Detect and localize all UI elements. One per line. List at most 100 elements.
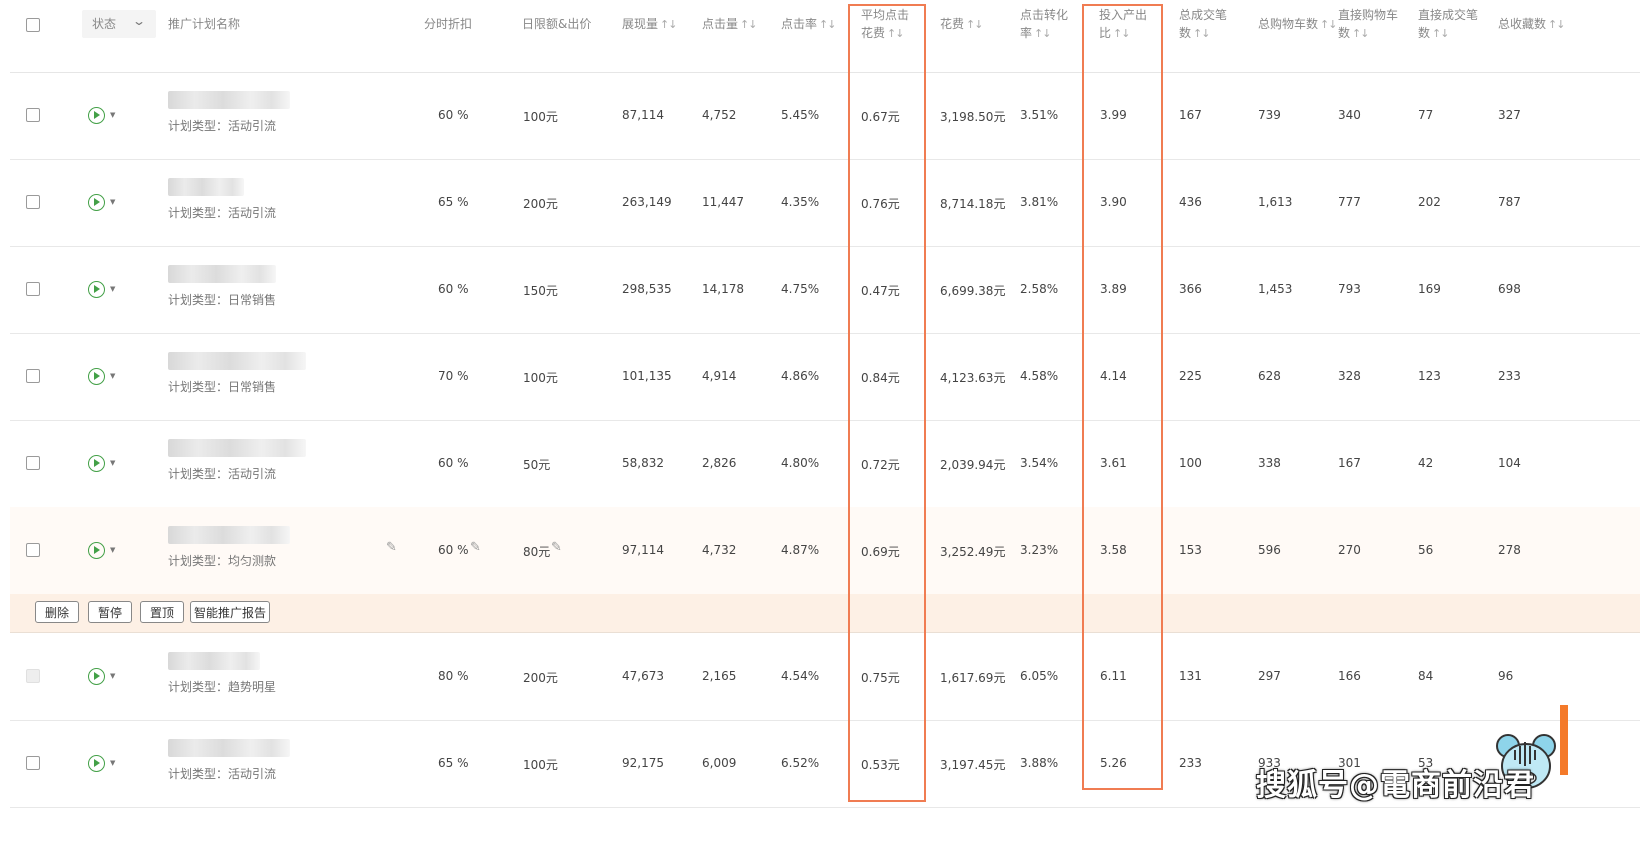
sort-icon[interactable]: ↑↓ — [740, 18, 757, 31]
status-caret-icon[interactable]: ▼ — [110, 672, 115, 680]
cell-clicks: 4,732 — [702, 543, 737, 557]
cell-clicks: 2,165 — [702, 669, 737, 683]
sort-icon[interactable]: ↑↓ — [819, 18, 836, 31]
table-row[interactable]: ▼ 计划类型：活动引流 60 % 100元 87,114 4,752 5.45% 0.67元 3… — [10, 72, 1640, 160]
column-header-impressions[interactable]: 展现量 ↑↓ — [622, 15, 677, 34]
column-header-label: 展现量 — [622, 17, 659, 31]
sort-icon[interactable]: ↑↓ — [1320, 18, 1337, 31]
cell-fav: 278 — [1498, 543, 1521, 557]
column-header-dcart[interactable]: 直接购物车数 ↑↓ — [1338, 6, 1398, 43]
plan-name-redacted[interactable] — [168, 526, 290, 544]
cell-cpc: 0.75元 — [861, 671, 900, 685]
column-header-label-line2: 数 — [1179, 26, 1192, 40]
table-row[interactable]: ▼ 计划类型：日常销售 60 % 150元 298,535 14,178 4.75% 0.47… — [10, 246, 1640, 334]
sort-icon[interactable]: ↑↓ — [660, 18, 677, 31]
column-header-cart[interactable]: 总购物车数 ↑↓ — [1258, 15, 1337, 34]
column-header-orders[interactable]: 总成交笔数 ↑↓ — [1179, 6, 1227, 43]
pin-button[interactable]: 置顶 — [140, 601, 184, 623]
plan-name-redacted[interactable] — [168, 265, 276, 283]
plan-name-redacted[interactable] — [168, 352, 306, 370]
row-checkbox[interactable] — [26, 369, 40, 383]
sort-icon[interactable]: ↑↓ — [1432, 27, 1449, 40]
row-checkbox[interactable] — [26, 282, 40, 296]
column-header-label: 花费 — [940, 17, 965, 31]
column-header-fav[interactable]: 总收藏数 ↑↓ — [1498, 15, 1565, 34]
table-row[interactable]: ▼ 计划类型：趋势明星 80 % 200元 47,673 2,165 4.54% 0.75元 1… — [10, 633, 1640, 721]
cell-cvr: 3.51% — [1020, 108, 1059, 122]
cell-ctr: 6.52% — [781, 756, 820, 770]
select-all-checkbox[interactable] — [26, 18, 40, 32]
play-status-icon[interactable] — [88, 668, 105, 685]
plan-type-label: 计划类型：日常销售 — [168, 380, 277, 394]
column-header-label: 总购物车数 — [1258, 17, 1319, 31]
row-checkbox[interactable] — [26, 108, 40, 122]
cell-discount: 60 % — [438, 282, 469, 296]
sort-icon[interactable]: ↑↓ — [1352, 27, 1369, 40]
column-header-roi[interactable]: 投入产出比 ↑↓ — [1099, 6, 1147, 43]
play-status-icon[interactable] — [88, 281, 105, 298]
play-status-icon[interactable] — [88, 455, 105, 472]
pause-button[interactable]: 暂停 — [88, 601, 132, 623]
row-checkbox[interactable] — [26, 456, 40, 470]
play-status-icon[interactable] — [88, 755, 105, 772]
cell-cost: 8,714.18元 — [940, 197, 1006, 211]
status-caret-icon[interactable]: ▼ — [110, 372, 115, 380]
smart-report-button[interactable]: 智能推广报告 — [190, 601, 270, 623]
edit-name-icon[interactable]: ✎ — [386, 540, 397, 555]
plan-name-redacted[interactable] — [168, 739, 290, 757]
status-filter-dropdown[interactable]: 状态 ⌄ — [82, 10, 156, 38]
cell-budget: 100元 — [523, 371, 558, 385]
delete-button[interactable]: 删除 — [35, 601, 79, 623]
cell-discount: 60 % — [438, 108, 469, 122]
cell-dorders: 123 — [1418, 369, 1441, 383]
column-header-dorders[interactable]: 直接成交笔数 ↑↓ — [1418, 6, 1478, 43]
plan-name-redacted[interactable] — [168, 439, 306, 457]
cell-fav: 698 — [1498, 282, 1521, 296]
status-caret-icon[interactable]: ▼ — [110, 111, 115, 119]
cell-roi: 3.89 — [1100, 282, 1127, 296]
sort-icon[interactable]: ↑↓ — [966, 18, 983, 31]
column-header-cvr[interactable]: 点击转化率 ↑↓ — [1020, 6, 1068, 43]
cell-dcart: 166 — [1338, 669, 1361, 683]
cell-cpc: 0.53元 — [861, 758, 900, 772]
plan-name-redacted[interactable] — [168, 91, 290, 109]
cell-cvr: 3.81% — [1020, 195, 1059, 209]
column-header-clicks[interactable]: 点击量 ↑↓ — [702, 15, 757, 34]
sort-icon[interactable]: ↑↓ — [887, 27, 904, 40]
play-status-icon[interactable] — [88, 368, 105, 385]
play-status-icon[interactable] — [88, 542, 105, 559]
sort-icon[interactable]: ↑↓ — [1034, 27, 1051, 40]
cell-fav: 96 — [1498, 669, 1514, 683]
cell-impressions: 58,832 — [622, 456, 664, 470]
sort-icon[interactable]: ↑↓ — [1548, 18, 1565, 31]
sort-icon[interactable]: ↑↓ — [1193, 27, 1210, 40]
cell-dcart: 167 — [1338, 456, 1361, 470]
cell-budget: 150元 — [523, 284, 558, 298]
cell-dcart: 793 — [1338, 282, 1361, 296]
table-row[interactable]: ▼ 计划类型：均匀测款 60 % 80元 97,114 4,732 4.87% 0.69元 3,… — [10, 507, 1640, 595]
table-row[interactable]: ▼ 计划类型：日常销售 70 % 100元 101,135 4,914 4.86% 0.84元… — [10, 333, 1640, 421]
table-row[interactable]: ▼ 计划类型：活动引流 65 % 200元 263,149 11,447 4.35% 0.76… — [10, 159, 1640, 247]
plan-name-redacted[interactable] — [168, 652, 260, 670]
plan-name-redacted[interactable] — [168, 178, 244, 196]
status-caret-icon[interactable]: ▼ — [110, 759, 115, 767]
column-header-ctr[interactable]: 点击率 ↑↓ — [781, 15, 836, 34]
row-checkbox[interactable] — [26, 195, 40, 209]
row-checkbox[interactable] — [26, 543, 40, 557]
column-header-cost[interactable]: 花费 ↑↓ — [940, 15, 983, 34]
edit-budget-icon[interactable]: ✎ — [551, 540, 562, 555]
play-status-icon[interactable] — [88, 107, 105, 124]
status-caret-icon[interactable]: ▼ — [110, 285, 115, 293]
side-feedback-tab[interactable] — [1560, 705, 1568, 775]
sort-icon[interactable]: ↑↓ — [1113, 27, 1130, 40]
status-caret-icon[interactable]: ▼ — [110, 459, 115, 467]
cell-impressions: 92,175 — [622, 756, 664, 770]
play-status-icon[interactable] — [88, 194, 105, 211]
cell-orders: 153 — [1179, 543, 1202, 557]
status-caret-icon[interactable]: ▼ — [110, 546, 115, 554]
edit-discount-icon[interactable]: ✎ — [470, 540, 481, 555]
row-checkbox[interactable] — [26, 756, 40, 770]
table-row[interactable]: ▼ 计划类型：活动引流 60 % 50元 58,832 2,826 4.80% 0.72元 2,… — [10, 420, 1640, 508]
status-caret-icon[interactable]: ▼ — [110, 198, 115, 206]
column-header-cpc[interactable]: 平均点击 花费 ↑↓ — [861, 6, 909, 43]
